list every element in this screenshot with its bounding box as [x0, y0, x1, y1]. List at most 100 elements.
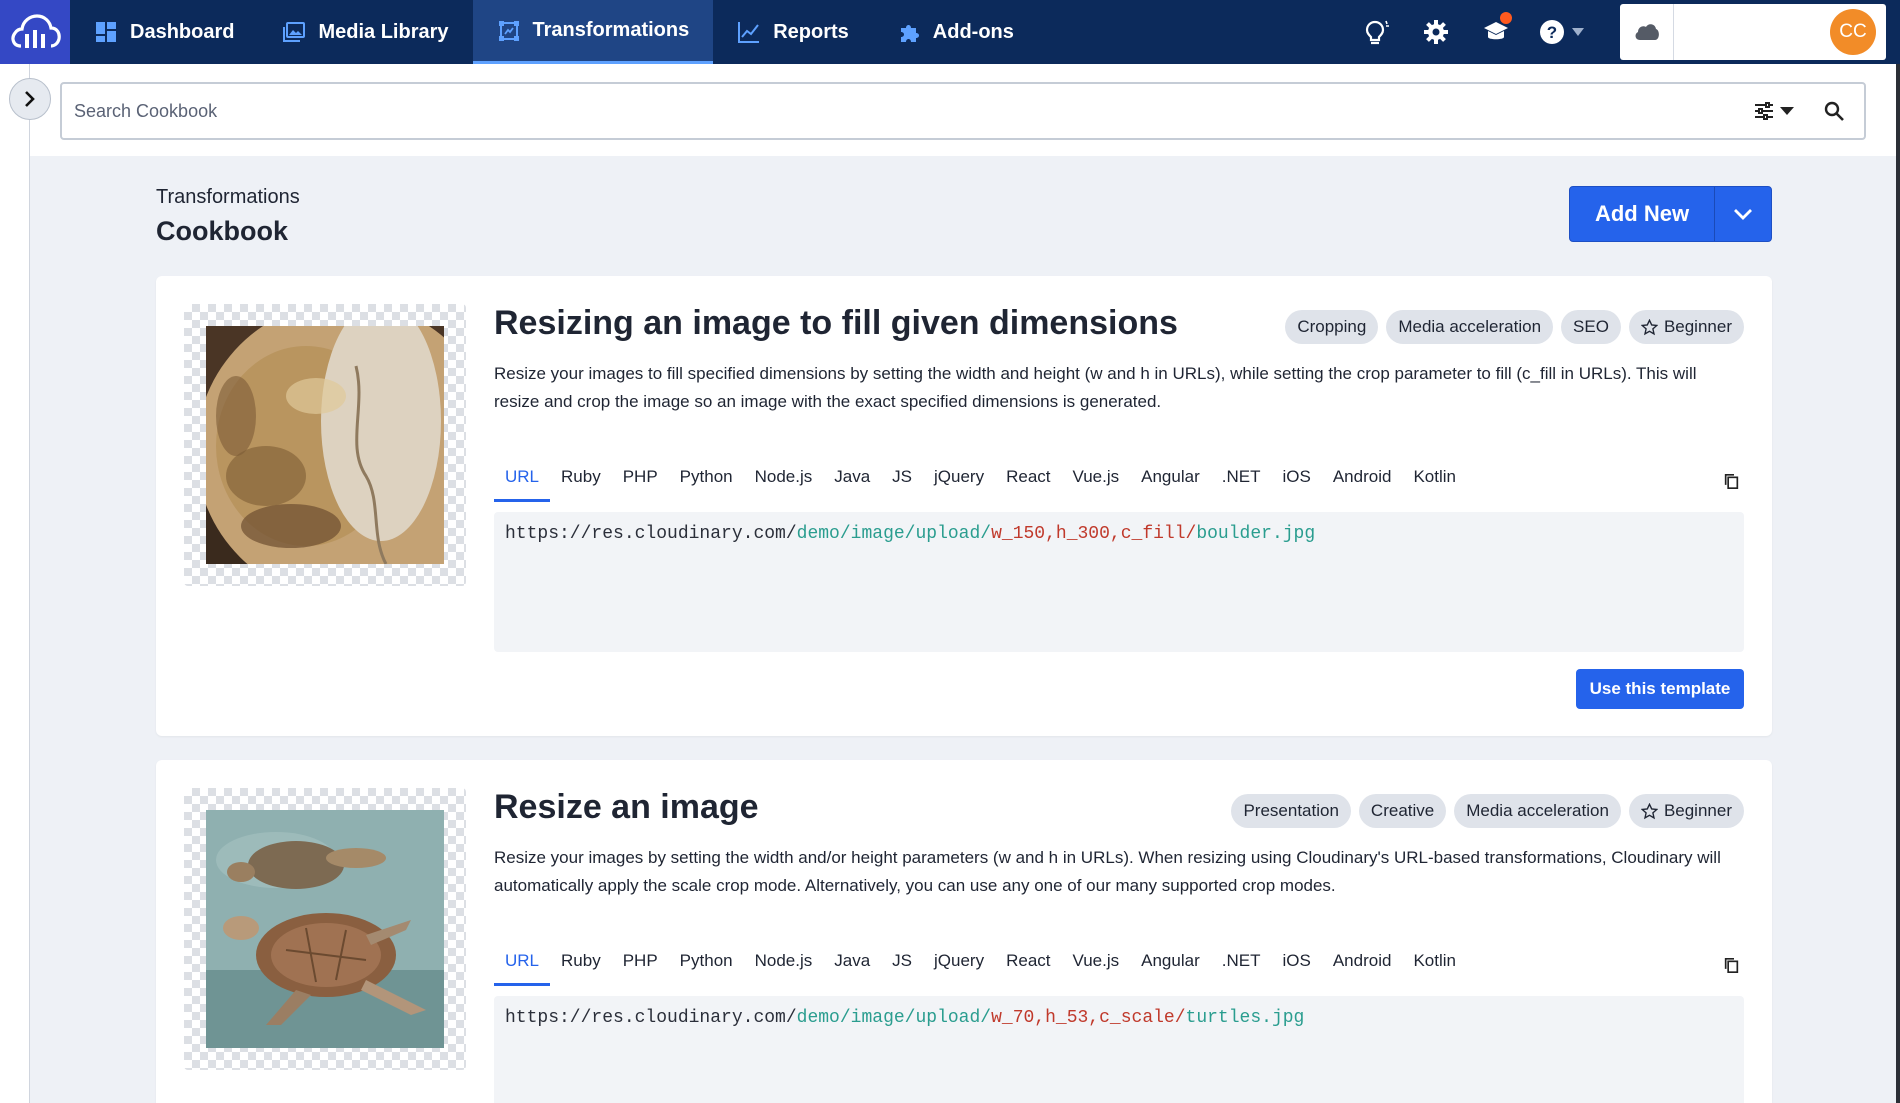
tag-chip[interactable]: SEO: [1561, 310, 1621, 344]
tag-chip[interactable]: Media acceleration: [1386, 310, 1554, 344]
tag-chip[interactable]: Media acceleration: [1454, 794, 1621, 828]
nav-reports-label: Reports: [773, 20, 849, 43]
nav-media-library[interactable]: Media Library: [258, 0, 472, 64]
add-new-button[interactable]: Add New: [1570, 187, 1715, 241]
recipe-thumbnail[interactable]: [184, 788, 466, 1070]
boulder-illustration: [206, 326, 444, 564]
account-menu[interactable]: CC: [1674, 4, 1886, 60]
nav-reports[interactable]: Reports: [713, 0, 873, 64]
recipe-description: Resize your images to fill specified dim…: [494, 364, 1697, 411]
copy-code-button[interactable]: [1718, 952, 1744, 978]
tab-nodejs[interactable]: Node.js: [744, 466, 824, 502]
caret-down-icon: [1780, 107, 1794, 115]
tab-android[interactable]: Android: [1322, 466, 1403, 502]
nav-add-ons[interactable]: Add-ons: [873, 0, 1038, 64]
transformations-icon: [498, 20, 519, 41]
turtles-illustration: [206, 810, 444, 1048]
tab-jquery[interactable]: jQuery: [923, 466, 995, 502]
tab-java[interactable]: Java: [823, 950, 881, 986]
tab-ruby[interactable]: Ruby: [550, 950, 612, 986]
tab-python[interactable]: Python: [669, 466, 744, 502]
code-snippet[interactable]: https://res.cloudinary.com/demo/image/up…: [494, 512, 1744, 652]
reports-chart-icon: [738, 22, 760, 43]
tab-ios[interactable]: iOS: [1271, 950, 1321, 986]
tab-url[interactable]: URL: [494, 950, 551, 986]
tab-android[interactable]: Android: [1322, 950, 1403, 986]
tab-ios[interactable]: iOS: [1271, 466, 1321, 502]
learning-button[interactable]: [1466, 0, 1526, 64]
lightbulb-icon: [1365, 20, 1389, 45]
tag-chip[interactable]: Cropping: [1285, 310, 1379, 344]
level-label: Beginner: [1663, 317, 1732, 336]
notification-dot: [1500, 12, 1512, 24]
tips-button[interactable]: [1346, 0, 1406, 64]
tab-vuejs[interactable]: Vue.js: [1062, 466, 1131, 502]
tab-php[interactable]: PHP: [612, 950, 669, 986]
search-input[interactable]: [74, 100, 1744, 122]
level-tag[interactable]: Beginner: [1628, 794, 1744, 828]
boulder-image: [206, 326, 444, 564]
tab-nodejs[interactable]: Node.js: [744, 950, 824, 986]
media-library-icon: [283, 22, 306, 42]
tab-url[interactable]: URL: [494, 466, 551, 502]
settings-button[interactable]: [1406, 0, 1466, 64]
breadcrumb[interactable]: Transformations: [156, 186, 300, 209]
add-new-button-group: Add New: [1569, 186, 1772, 242]
tab-java[interactable]: Java: [823, 466, 881, 502]
page-title: Cookbook: [156, 216, 288, 246]
nav-transformations[interactable]: Transformations: [472, 0, 714, 64]
add-new-dropdown-button[interactable]: [1715, 187, 1771, 241]
star-icon: [1640, 802, 1658, 819]
turtles-image: [206, 810, 444, 1048]
tab-react[interactable]: React: [995, 950, 1061, 986]
nav-right-controls: ? CC: [1346, 0, 1900, 64]
cloud-logo-icon: [11, 14, 61, 48]
nav-media-library-label: Media Library: [318, 20, 449, 43]
cloud-switcher[interactable]: [1620, 4, 1674, 60]
tab-php[interactable]: PHP: [612, 466, 669, 502]
tab-vuejs[interactable]: Vue.js: [1062, 950, 1131, 986]
copy-code-button[interactable]: [1718, 468, 1744, 494]
code-snippet[interactable]: https://res.cloudinary.com/demo/image/up…: [494, 996, 1744, 1103]
nav-dashboard-label: Dashboard: [130, 20, 235, 43]
tab-js[interactable]: JS: [881, 950, 923, 986]
search-box: [60, 82, 1866, 140]
recipe-title[interactable]: Resize an image: [494, 788, 759, 827]
tab-angular[interactable]: Angular: [1130, 950, 1211, 986]
tab-dotnet[interactable]: .NET: [1211, 466, 1272, 502]
star-icon: [1640, 318, 1658, 335]
tab-jquery[interactable]: jQuery: [923, 950, 995, 986]
nav-dashboard[interactable]: Dashboard: [70, 0, 258, 64]
recipe-thumbnail[interactable]: [184, 304, 466, 586]
tab-kotlin[interactable]: Kotlin: [1402, 950, 1467, 986]
tab-kotlin[interactable]: Kotlin: [1402, 466, 1467, 502]
url-transformation: w_150,h_300,c_fill/: [991, 524, 1197, 544]
use-template-button[interactable]: Use this template: [1576, 669, 1744, 709]
url-base: https://res.cloudinary.com/: [505, 1008, 797, 1028]
language-tabs: URL Ruby PHP Python Node.js Java JS jQue…: [494, 950, 1744, 986]
tab-angular[interactable]: Angular: [1130, 466, 1211, 502]
expand-sidebar-button[interactable]: [9, 78, 51, 120]
help-menu-button[interactable]: ?: [1526, 0, 1596, 64]
search-icon: [1824, 101, 1844, 121]
url-path: demo/image/upload/: [796, 524, 992, 544]
tab-python[interactable]: Python: [669, 950, 744, 986]
tab-dotnet[interactable]: .NET: [1211, 950, 1272, 986]
tag-chip[interactable]: Presentation: [1231, 794, 1351, 828]
tag-chip[interactable]: Creative: [1358, 794, 1447, 828]
filter-dropdown-button[interactable]: [1744, 91, 1804, 131]
url-filename: turtles.jpg: [1185, 1008, 1305, 1028]
cloudinary-logo[interactable]: [0, 0, 70, 64]
puzzle-icon: [900, 25, 919, 42]
avatar[interactable]: CC: [1830, 9, 1876, 55]
level-tag[interactable]: Beginner: [1628, 310, 1744, 344]
url-path: demo/image/upload/: [796, 1008, 992, 1028]
search-button[interactable]: [1804, 91, 1864, 131]
recipe-title[interactable]: Resizing an image to fill given dimensio…: [494, 304, 1178, 343]
caret-down-icon: [1572, 28, 1584, 36]
chevron-right-icon: [25, 91, 35, 107]
tab-js[interactable]: JS: [881, 466, 923, 502]
gear-icon: [1424, 20, 1448, 44]
tab-react[interactable]: React: [995, 466, 1061, 502]
tab-ruby[interactable]: Ruby: [550, 466, 612, 502]
